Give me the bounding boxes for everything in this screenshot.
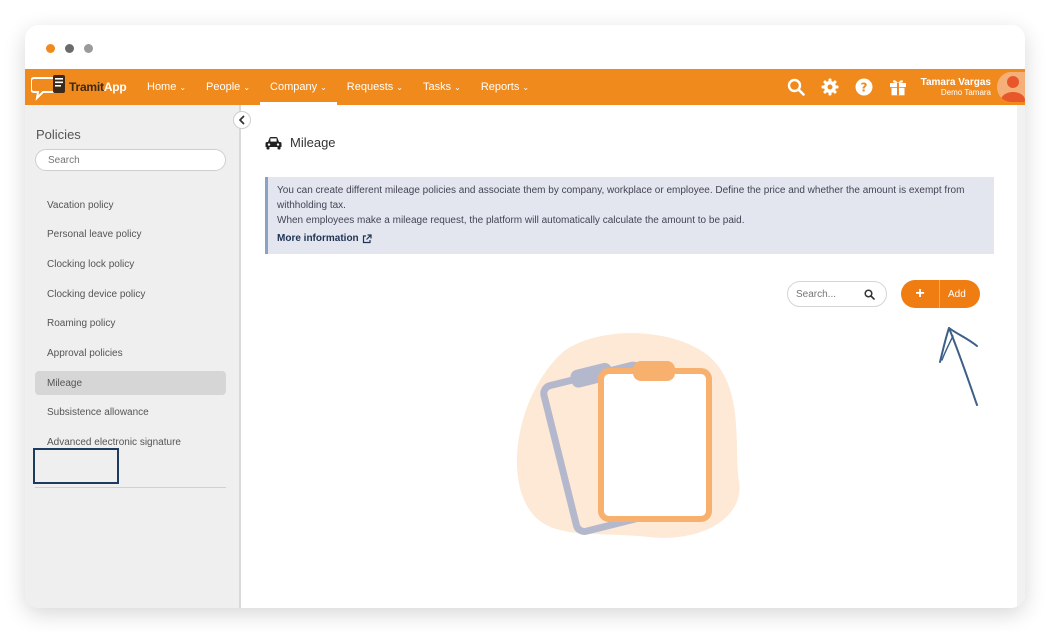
add-button[interactable]: + Add: [901, 280, 980, 308]
user-name: Tamara Vargas: [920, 76, 991, 88]
more-information-link[interactable]: More information: [277, 231, 372, 246]
nav-requests[interactable]: Requests ⌄: [337, 69, 413, 105]
sidebar-search-input[interactable]: [35, 149, 226, 171]
nav-reports-label: Reports: [480, 81, 520, 93]
add-button-label: Add: [939, 280, 980, 308]
plus-icon: +: [915, 285, 925, 302]
info-text-line-1: You can create different mileage policie…: [277, 185, 965, 211]
help-icon[interactable]: ?: [853, 76, 875, 98]
more-information-label: More information: [277, 233, 359, 244]
policies-sidebar: Policies Vacation policy Personal leave …: [25, 105, 241, 608]
nav-reports[interactable]: Reports ⌄: [471, 69, 539, 105]
chevron-down-icon: ⌄: [179, 82, 187, 92]
app-logo[interactable]: TramitApp: [31, 73, 127, 101]
window-dot-orange: [46, 44, 55, 53]
chevron-down-icon: ⌄: [396, 82, 403, 92]
hand-drawn-arrow-annotation: [939, 327, 978, 406]
search-icon[interactable]: [864, 288, 875, 300]
page-title: Mileage: [290, 135, 336, 150]
chevron-down-icon: ⌄: [522, 82, 530, 92]
sidebar-item-personal-leave-policy[interactable]: Personal leave policy: [35, 223, 226, 247]
user-avatar-icon: [1001, 76, 1025, 102]
mileage-search-input[interactable]: [796, 288, 864, 300]
gift-icon[interactable]: [887, 76, 909, 98]
sidebar-collapse-button[interactable]: [233, 111, 251, 129]
user-company: Demo Tamara: [940, 88, 991, 98]
user-info[interactable]: Tamara Vargas Demo Tamara: [921, 77, 991, 98]
sidebar-item-advanced-electronic-signature[interactable]: Advanced electronic signature: [35, 431, 226, 455]
sidebar-item-vacation-policy[interactable]: Vacation policy: [35, 193, 226, 217]
sidebar-divider: [35, 487, 226, 488]
chevron-left-icon: [239, 115, 245, 125]
browser-window: TramitApp Home ⌄ People ⌄ Company ⌄ Request…: [25, 25, 1025, 608]
sidebar-item-mileage[interactable]: Mileage: [35, 371, 226, 396]
logo-text: TramitApp: [69, 80, 127, 94]
logo-text-app: App: [103, 80, 127, 94]
external-link-icon: [362, 233, 372, 243]
nav-home[interactable]: Home ⌄: [137, 69, 196, 105]
sidebar-item-clocking-lock-policy[interactable]: Clocking lock policy: [35, 252, 226, 276]
nav-company-label: Company: [270, 81, 318, 93]
logo-text-tramit: Tramit: [69, 80, 104, 94]
nav-tasks[interactable]: Tasks ⌄: [413, 69, 471, 105]
chevron-down-icon: ⌄: [454, 82, 461, 92]
chevron-down-icon: ⌄: [243, 82, 251, 92]
window-titlebar: [25, 25, 1025, 69]
window-dot-lightgray: [84, 44, 93, 53]
search-icon[interactable]: [785, 76, 807, 98]
nav-people-label: People: [206, 81, 241, 93]
sidebar-title: Policies: [36, 127, 81, 142]
main-menu: Home ⌄ People ⌄ Company ⌄ Requests ⌄ Tasks ⌄ …: [137, 69, 539, 105]
top-navbar: TramitApp Home ⌄ People ⌄ Company ⌄ Request…: [25, 69, 1025, 105]
avatar[interactable]: [997, 72, 1025, 102]
scrollbar[interactable]: [1017, 105, 1025, 608]
car-icon: [265, 136, 282, 149]
nav-company[interactable]: Company ⌄: [260, 69, 337, 105]
speech-bubble-logo-icon: [31, 75, 65, 101]
chevron-down-icon: ⌄: [320, 82, 327, 92]
navbar-actions: ? Tamara Vargas Demo Tamara: [785, 69, 1025, 105]
nav-people[interactable]: People ⌄: [196, 69, 260, 105]
mileage-search: [787, 281, 887, 307]
window-dot-gray: [65, 44, 74, 53]
sidebar-item-approval-policies[interactable]: Approval policies: [35, 341, 226, 365]
nav-tasks-label: Tasks: [422, 81, 452, 93]
policy-list: Vacation policy Personal leave policy Cl…: [35, 193, 226, 460]
page-header: Mileage: [265, 135, 336, 150]
nav-home-label: Home: [147, 81, 177, 93]
info-banner: You can create different mileage policie…: [265, 177, 994, 254]
sidebar-item-roaming-policy[interactable]: Roaming policy: [35, 312, 226, 336]
gear-icon[interactable]: [819, 76, 841, 98]
nav-requests-label: Requests: [346, 81, 394, 93]
sidebar-item-subsistence-allowance[interactable]: Subsistence allowance: [35, 401, 226, 425]
sidebar-item-clocking-device-policy[interactable]: Clocking device policy: [35, 282, 226, 306]
svg-text:?: ?: [860, 81, 867, 95]
info-text-line-2: When employees make a mileage request, t…: [277, 215, 745, 226]
empty-state-clipboard-illustration: [516, 333, 740, 538]
